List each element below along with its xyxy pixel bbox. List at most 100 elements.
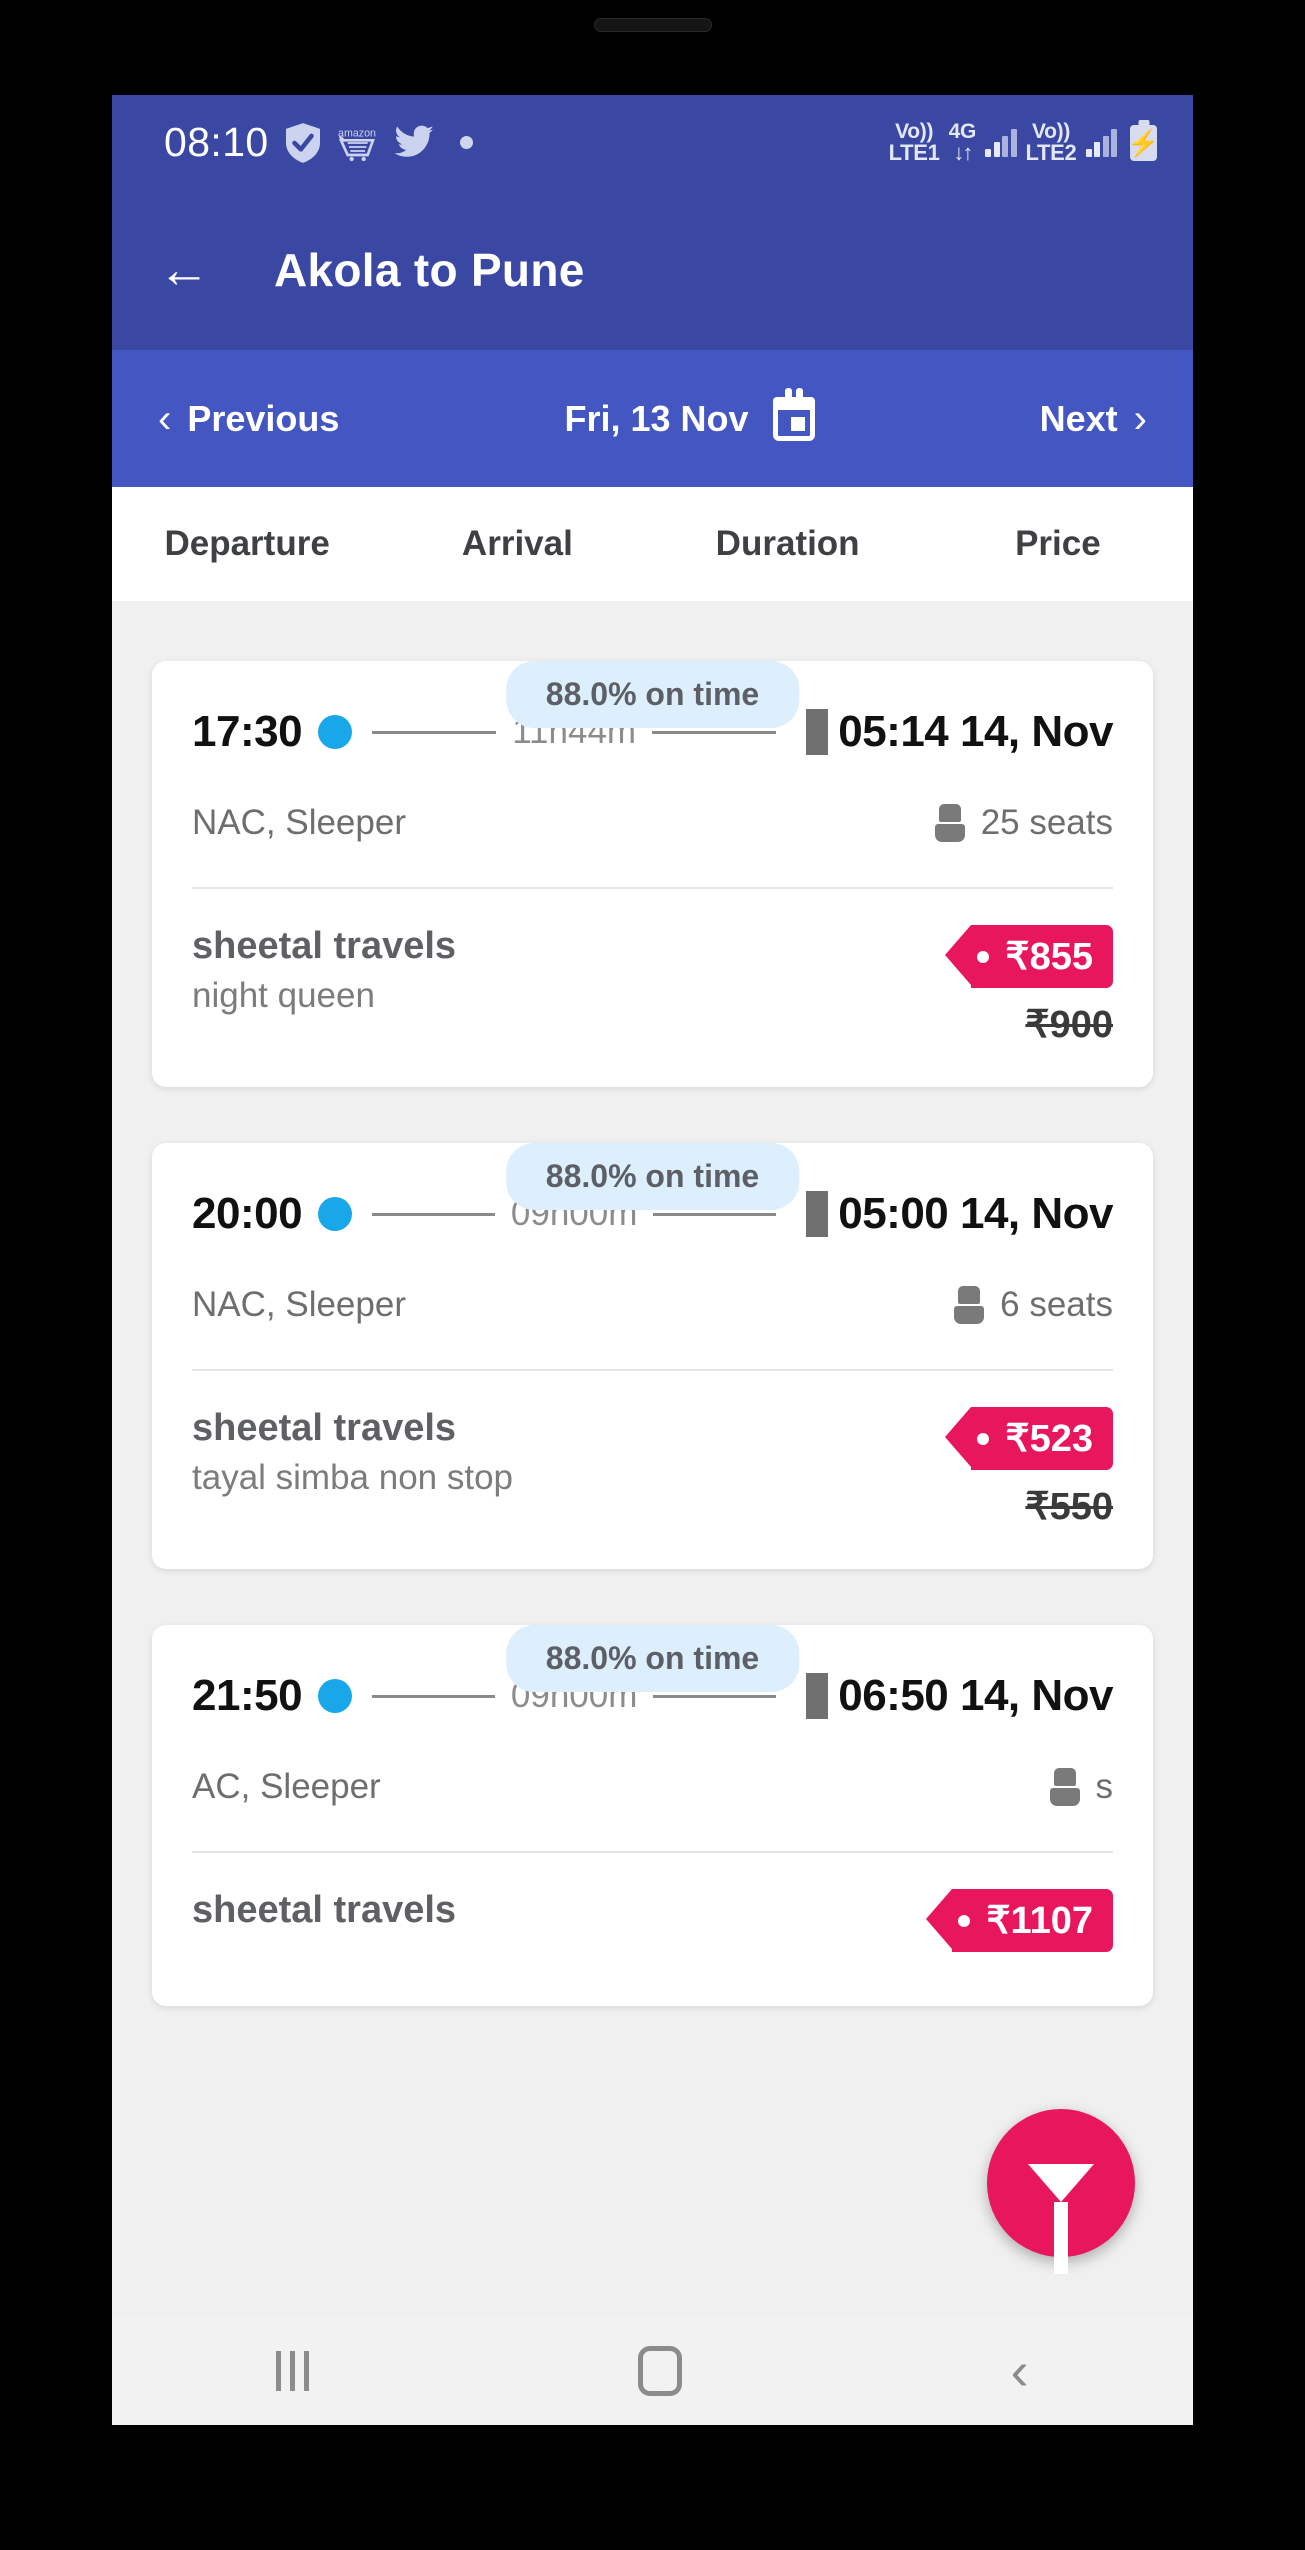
page-title: Akola to Pune <box>274 244 585 296</box>
tab-departure[interactable]: Departure <box>112 524 382 564</box>
seats-count-label: 25 seats <box>980 803 1113 842</box>
sim1-volte-icon: Vo)) LTE1 <box>888 119 940 165</box>
status-bar-clock: 08:10 <box>164 119 269 165</box>
sim2-volte-icon: Vo)) LTE2 <box>1025 119 1077 165</box>
back-arrow-icon[interactable]: ← <box>158 244 236 296</box>
recents-icon[interactable] <box>276 2351 310 2391</box>
on-time-badge: 88.0% on time <box>505 661 800 728</box>
sim2-signal-icon <box>1085 128 1117 157</box>
dot-indicator <box>459 136 473 149</box>
arrival-square-icon <box>806 709 829 755</box>
card-divider <box>192 887 1113 889</box>
tab-price[interactable]: Price <box>923 524 1193 564</box>
chevron-right-icon: › <box>1133 396 1147 441</box>
departure-dot-icon <box>318 715 353 749</box>
date-navigation-bar: ‹ Previous Fri, 13 Nov Next › <box>112 350 1193 487</box>
earpiece-speaker <box>593 18 712 32</box>
bus-meta-row: NAC, Sleeper 25 seats <box>192 803 1113 843</box>
price-block: ₹855 ₹900 <box>945 925 1113 1047</box>
app-bar: ← Akola to Pune <box>112 190 1193 350</box>
status-bar-right: Vo)) LTE1 4G ↓↑ Vo)) LTE2 ⚡ <box>888 119 1160 165</box>
twitter-bird-icon <box>393 125 434 161</box>
operator-row: sheetal travels ₹1107 <box>192 1889 1113 1966</box>
bus-type: NAC, Sleeper <box>192 1285 406 1324</box>
service-name: night queen <box>192 976 375 1015</box>
operator-row: sheetal travels tayal simba non stop ₹52… <box>192 1407 1113 1529</box>
arrival-time: 06:50 14, Nov <box>838 1671 1113 1720</box>
arrival-square-icon <box>806 1673 829 1719</box>
operator-name: sheetal travels <box>192 1407 457 1449</box>
android-navigation-bar: ‹ <box>112 2317 1193 2425</box>
tab-arrival[interactable]: Arrival <box>382 524 652 564</box>
price-current: ₹523 <box>1005 1418 1093 1460</box>
route-line-left <box>372 730 497 734</box>
bus-result-item[interactable]: 88.0% on time 17:30 11h44m 05:14 14, Nov… <box>112 661 1193 1087</box>
departure-dot-icon <box>318 1197 353 1231</box>
arrival-time: 05:00 14, Nov <box>838 1189 1113 1238</box>
status-bar-left: 08:10 amazon <box>164 122 473 163</box>
network-type-icon: 4G ↓↑ <box>948 119 977 165</box>
amazon-cart-icon: amazon <box>337 123 377 163</box>
bus-result-item[interactable]: 88.0% on time 20:00 09h00m 05:00 14, Nov… <box>112 1143 1193 1569</box>
price-tag[interactable]: ₹855 <box>945 925 1113 988</box>
tab-duration[interactable]: Duration <box>653 524 923 564</box>
operator-info: sheetal travels tayal simba non stop <box>192 1407 513 1498</box>
home-icon[interactable] <box>638 2346 682 2396</box>
previous-day-label: Previous <box>187 397 340 439</box>
sort-tabs: Departure Arrival Duration Price <box>112 487 1193 601</box>
route-line-left <box>372 1212 495 1216</box>
operator-row: sheetal travels night queen ₹855 ₹900 <box>192 925 1113 1047</box>
service-name: tayal simba non stop <box>192 1458 514 1497</box>
seats-count-label: s <box>1095 1767 1114 1806</box>
departure-time: 20:00 <box>192 1189 303 1238</box>
battery-charging-icon: ⚡ <box>1127 124 1160 161</box>
route-line-left <box>372 1694 495 1698</box>
shield-check-icon <box>285 122 320 163</box>
bus-type: NAC, Sleeper <box>192 803 406 842</box>
price-original: ₹550 <box>1025 1486 1113 1528</box>
price-tag-hole <box>958 1914 971 1927</box>
on-time-badge: 88.0% on time <box>505 1143 800 1210</box>
departure-time: 17:30 <box>192 707 303 756</box>
departure-dot-icon <box>318 1679 353 1713</box>
price-tag-hole <box>977 1432 990 1445</box>
price-current: ₹855 <box>1005 936 1093 978</box>
bus-type: AC, Sleeper <box>192 1767 381 1806</box>
bus-results-list[interactable]: 88.0% on time 17:30 11h44m 05:14 14, Nov… <box>112 601 1193 2317</box>
chevron-left-icon: ‹ <box>158 396 172 441</box>
arrival-square-icon <box>806 1191 829 1237</box>
seats-available: s <box>1049 1767 1114 1807</box>
next-day-button[interactable]: Next › <box>1040 398 1147 440</box>
route-line-right <box>653 1212 777 1216</box>
selected-date-label: Fri, 13 Nov <box>564 397 749 439</box>
bus-result-item[interactable]: 88.0% on time 21:50 09h00m 06:50 14, Nov… <box>112 1625 1193 2006</box>
price-tag-hole <box>977 950 990 963</box>
price-current: ₹1107 <box>986 1900 1093 1942</box>
phone-screen: 08:10 amazon Vo)) LTE1 4G ↓↑ Vo)) LTE2 ⚡… <box>112 95 1193 2425</box>
phone-frame: 08:10 amazon Vo)) LTE1 4G ↓↑ Vo)) LTE2 ⚡… <box>0 0 1305 2550</box>
status-bar: 08:10 amazon Vo)) LTE1 4G ↓↑ Vo)) LTE2 ⚡ <box>112 95 1193 190</box>
calendar-icon <box>772 387 815 441</box>
card-divider <box>192 1369 1113 1371</box>
departure-time: 21:50 <box>192 1671 303 1720</box>
previous-day-button[interactable]: ‹ Previous <box>158 398 339 440</box>
price-tag[interactable]: ₹1107 <box>926 1889 1113 1952</box>
operator-name: sheetal travels <box>192 925 457 967</box>
filter-fab-button[interactable] <box>987 2109 1135 2257</box>
seats-available: 6 seats <box>954 1285 1113 1325</box>
operator-info: sheetal travels <box>192 1889 456 1940</box>
price-block: ₹1107 <box>926 1889 1113 1966</box>
back-icon[interactable]: ‹ <box>1011 2344 1029 2398</box>
bus-meta-row: NAC, Sleeper 6 seats <box>192 1285 1113 1325</box>
price-tag[interactable]: ₹523 <box>945 1407 1113 1470</box>
bus-meta-row: AC, Sleeper s <box>192 1767 1113 1807</box>
seat-icon <box>954 1286 985 1324</box>
price-original: ₹900 <box>1025 1004 1113 1046</box>
arrival-time: 05:14 14, Nov <box>838 707 1113 756</box>
price-block: ₹523 ₹550 <box>945 1407 1113 1529</box>
date-picker-button[interactable]: Fri, 13 Nov <box>564 387 815 441</box>
seats-available: 25 seats <box>934 803 1113 843</box>
bezel-corner-right <box>1185 0 1305 70</box>
seats-count-label: 6 seats <box>1000 1285 1113 1324</box>
filter-funnel-icon <box>1028 2164 1094 2202</box>
